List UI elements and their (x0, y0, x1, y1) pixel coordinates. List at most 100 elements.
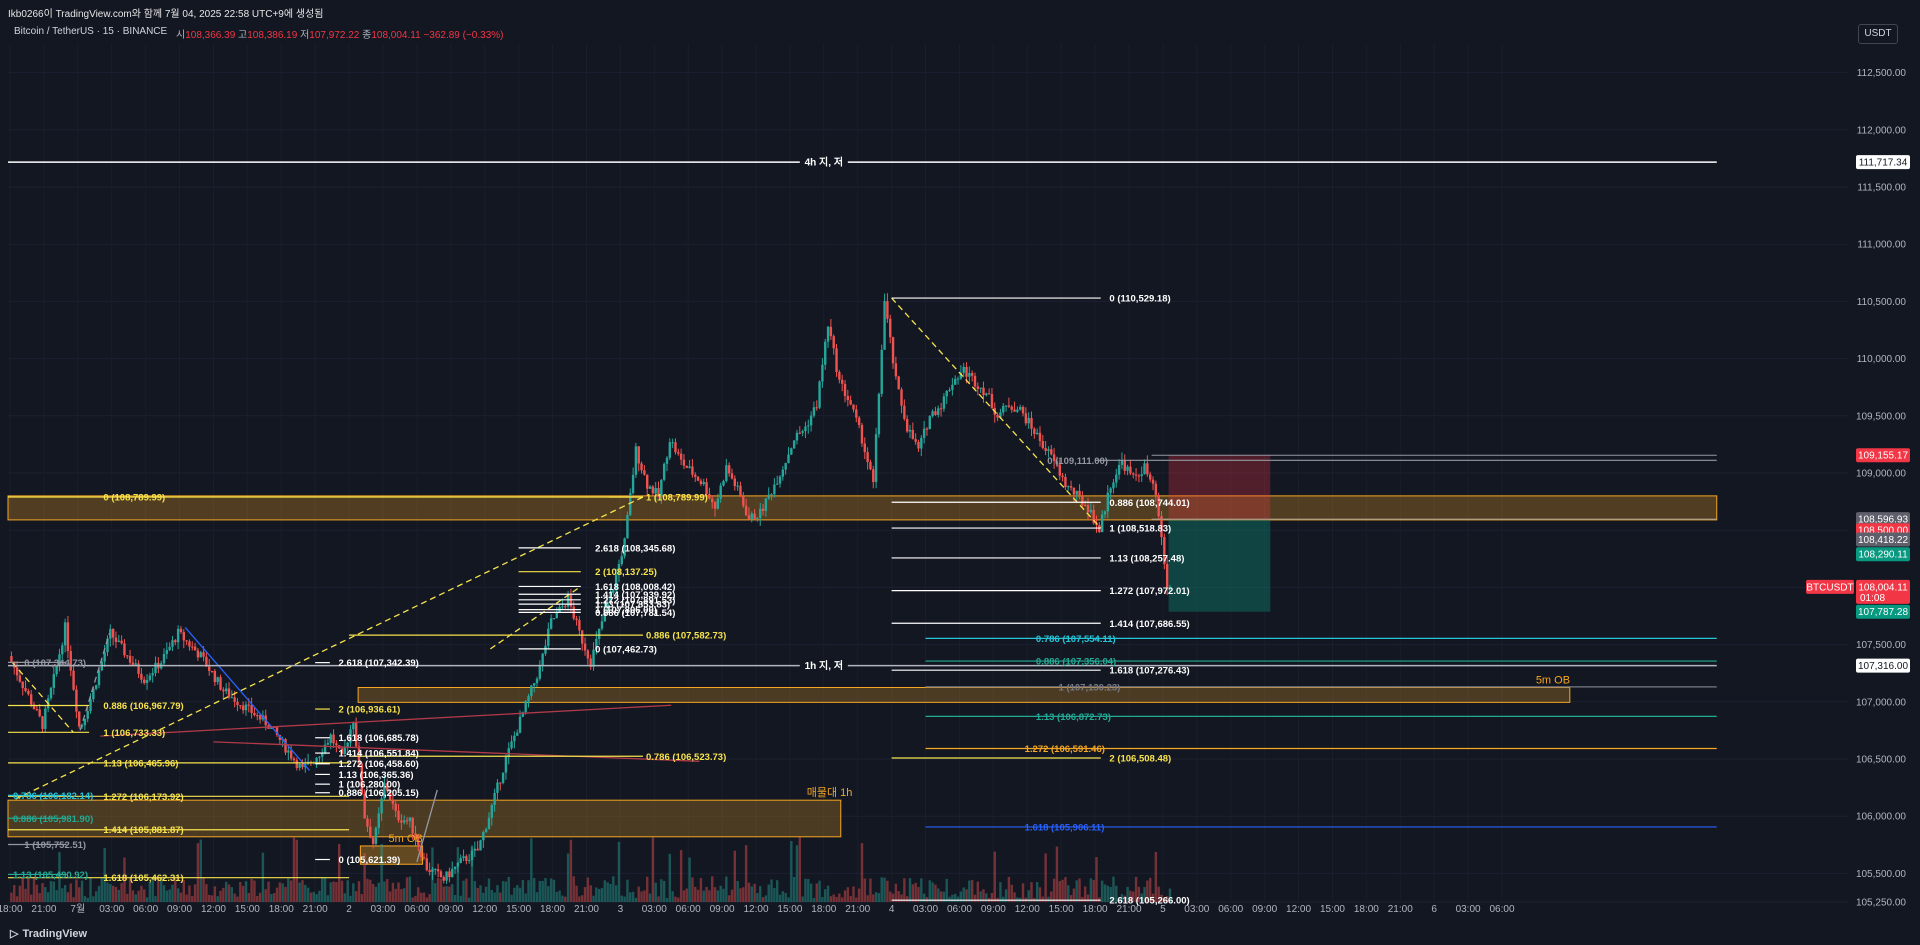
time-axis: 18:00 21:00 7월 03:00 06:00 09:00 12:00 15:00 18:… (0, 903, 1515, 915)
fib-level-label: 0.786 (107,554.11) (1036, 634, 1116, 645)
candle-body (922, 428, 926, 438)
volume-bar (835, 896, 838, 902)
volume-bar (106, 882, 109, 902)
volume-bar (273, 893, 276, 902)
price-chart[interactable]: 5m OB 매물대 1h 5m OB 4h 지, 저 1h 지, 저 0 (110,529… (0, 0, 1920, 924)
candle-body (140, 673, 143, 680)
volume-bar (380, 843, 383, 902)
volume-bar (374, 886, 378, 902)
candle-body (1033, 428, 1036, 434)
price-tick-label: 105,500.00 (1856, 869, 1906, 880)
volume-bar (78, 887, 81, 902)
volume-bar (417, 887, 420, 902)
volume-bar (549, 878, 553, 902)
candle-body (781, 469, 785, 477)
fib-level-label: 0.886 (107,356.04) (1036, 657, 1116, 668)
volume-bar (402, 888, 406, 902)
price-tick-label: 107,000.00 (1856, 697, 1906, 708)
time-tick-label: 03:00 (1456, 904, 1481, 915)
candle-body (976, 386, 980, 389)
volume-bar (750, 886, 753, 902)
candle-body (583, 643, 587, 651)
volume-bar (10, 892, 13, 902)
fib-level-label: 0 (109,111.00) (1047, 456, 1108, 467)
volume-bar (479, 885, 482, 902)
candle-body (866, 452, 869, 463)
price-badge-text: 108,290.11 (1858, 550, 1908, 561)
time-tick-label: 18:00 (0, 904, 23, 915)
volume-bar (863, 878, 866, 902)
time-tick-label: 12:00 (472, 904, 497, 915)
volume-bar (725, 876, 728, 902)
volume-bar (94, 891, 98, 902)
candle-body (27, 690, 30, 695)
fib-level-label: 1.414 (106,551.84) (339, 749, 419, 760)
candle-body (315, 757, 318, 763)
fib-level-label: 1.272 (107,972.01) (1109, 586, 1189, 597)
trend-line (891, 297, 1102, 529)
fib-level-label: 0 (110,529.18) (1109, 294, 1170, 305)
candle-body (445, 871, 448, 881)
volume-bar (346, 880, 349, 902)
volume-bar (648, 893, 652, 902)
candle-body (21, 681, 24, 688)
volume-bar (1041, 896, 1045, 902)
fib-level-label: 1.618 (106,685.78) (339, 733, 419, 744)
fib-level-label: 1.414 (105,881.87) (103, 825, 183, 836)
volume-bar (304, 884, 307, 902)
time-tick-label: 09:00 (1252, 904, 1277, 915)
candle-body (1165, 564, 1169, 589)
volume-bar (256, 895, 259, 902)
candle-body (1120, 460, 1124, 465)
candle-body (846, 395, 850, 401)
volume-bar (801, 896, 804, 902)
volume-bar (501, 881, 505, 902)
time-tick-label: 06:00 (947, 904, 972, 915)
volume-bar (453, 894, 457, 902)
volume-bar (487, 878, 491, 902)
volume-bar (581, 895, 584, 902)
volume-bar (69, 883, 72, 902)
candle-body (809, 415, 813, 426)
volume-bar (1002, 896, 1005, 902)
candle-body (804, 426, 807, 432)
fib-level-label: 1 (105,752.51) (24, 840, 86, 851)
candle-body (699, 480, 703, 485)
volume-bar (535, 892, 539, 902)
volume-bar (600, 887, 604, 902)
volume-bar (691, 877, 694, 902)
candle-body (479, 840, 482, 851)
volume-bar (1078, 878, 1081, 902)
volume-bar (329, 882, 332, 902)
volume-bar (744, 845, 748, 902)
volume-bar (530, 838, 533, 902)
candle-body (784, 462, 787, 470)
candle-body (818, 381, 821, 408)
candle-body (168, 646, 171, 651)
candle-body (476, 848, 479, 851)
volume-bar (338, 843, 341, 902)
candle-body (196, 650, 200, 658)
volume-bar (1007, 876, 1011, 902)
volume-bar (900, 894, 903, 902)
candle-body (970, 373, 974, 376)
volume-bar (716, 890, 720, 902)
time-tick-label: 21:00 (574, 904, 599, 915)
candle-body (872, 469, 875, 483)
candle-body (1084, 504, 1087, 506)
candle-body (682, 459, 686, 466)
candle-body (473, 848, 477, 851)
volume-bar (15, 896, 19, 902)
candle-body (504, 756, 508, 773)
volume-bar (386, 879, 389, 902)
volume-bar (188, 885, 191, 902)
volume-bar (840, 897, 844, 902)
candle-body (134, 663, 137, 665)
volume-bar (371, 883, 375, 902)
volume-bar (832, 894, 835, 902)
candle-body (1103, 511, 1107, 515)
volume-bar (948, 896, 951, 902)
1h-supply-zone-label: 매물대 1h (807, 786, 853, 799)
volume-bar (671, 891, 674, 902)
tradingview-brand[interactable]: ▷ TradingView (10, 927, 87, 940)
